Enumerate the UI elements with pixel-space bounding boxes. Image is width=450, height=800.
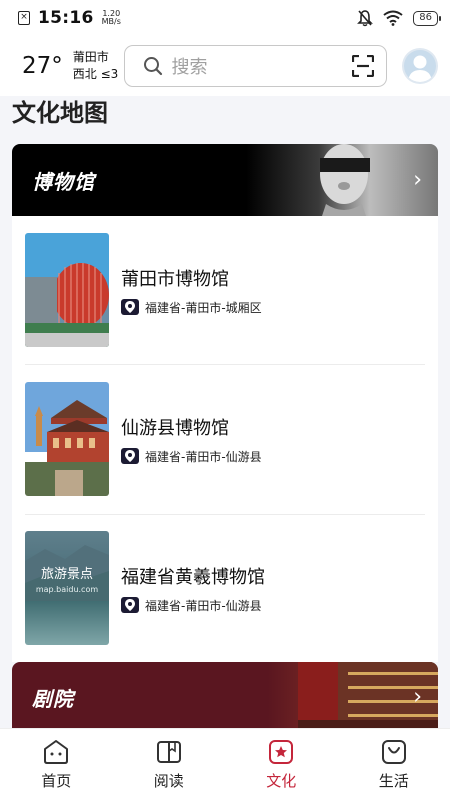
museum-thumbnail (25, 233, 109, 347)
weather-info[interactable]: 莆田市 西北 ≤3 (73, 49, 125, 83)
thumbnail-watermark-text: 旅游景点 (40, 567, 93, 582)
theater-section-header[interactable]: 剧院 › (12, 662, 438, 732)
nav-home[interactable]: 首页 (0, 729, 113, 800)
mute-icon (357, 10, 374, 27)
museum-section-header[interactable]: 博物馆 › (12, 144, 438, 216)
city-name: 莆田市 (72, 50, 109, 64)
museum-address: 福建省-莆田市-仙游县 (145, 449, 262, 464)
nav-read-label: 阅读 (153, 771, 184, 790)
nav-read[interactable]: 阅读 (113, 729, 226, 800)
culture-icon (269, 739, 294, 764)
network-speed: 1.20 MB/s (102, 10, 121, 26)
nav-life-label: 生活 (378, 771, 409, 790)
location-pin-icon (121, 448, 139, 464)
statue-image (320, 144, 370, 216)
nav-culture-label: 文化 (266, 771, 297, 790)
location-pin-icon (121, 597, 139, 613)
museum-name: 莆田市博物馆 (121, 268, 229, 290)
museum-list-item[interactable]: 莆田市博物馆 福建省-莆田市-城厢区 (25, 216, 425, 364)
location-pin-icon (121, 299, 139, 315)
temperature: 27° (22, 53, 63, 79)
museum-list: 莆田市博物馆 福建省-莆田市-城厢区 仙游县博物馆 福建省-莆田市-仙游县 旅游… (12, 216, 438, 662)
nav-life[interactable]: 生活 (338, 729, 450, 800)
battery-icon: 86 (413, 10, 441, 26)
museum-address: 福建省-莆田市-城厢区 (145, 300, 262, 315)
scan-icon[interactable] (352, 55, 375, 77)
search-input[interactable]: 搜索 (124, 45, 388, 87)
museum-thumbnail (25, 382, 109, 496)
home-icon (44, 739, 69, 764)
thumbnail-watermark-subtext: map.baidu.com (35, 585, 99, 594)
top-header: 27° 莆田市 西北 ≤3 搜索 (0, 36, 450, 96)
book-icon (156, 740, 181, 763)
theater-section-title: 剧院 (32, 686, 74, 711)
avatar-icon (408, 55, 433, 82)
battery-level: 86 (419, 11, 432, 23)
search-placeholder: 搜索 (171, 57, 208, 78)
museum-list-item[interactable]: 仙游县博物馆 福建省-莆田市-仙游县 (25, 365, 425, 513)
sim-off-icon: × (18, 11, 30, 25)
status-bar: × 15:16 1.20 MB/s 86 (0, 0, 450, 36)
bottom-navigation: 首页 阅读 文化 生活 (0, 728, 450, 800)
status-time: 15:16 (38, 8, 94, 28)
museum-name: 福建省黄羲博物馆 (121, 566, 265, 588)
wind-info: 西北 ≤3 (72, 67, 119, 81)
network-speed-unit: MB/s (101, 17, 121, 26)
museum-list-item[interactable]: 旅游景点 map.baidu.com 福建省黄羲博物馆 福建省-莆田市-仙游县 (25, 514, 425, 662)
avatar[interactable] (402, 48, 438, 84)
nav-home-label: 首页 (41, 771, 72, 790)
nav-culture[interactable]: 文化 (225, 729, 338, 800)
wifi-icon (383, 10, 403, 26)
search-icon (144, 57, 163, 76)
museum-address: 福建省-莆田市-仙游县 (145, 598, 262, 613)
life-bag-icon (381, 739, 406, 764)
museum-chevron-right-icon: › (413, 167, 422, 193)
theater-chevron-right-icon: › (413, 684, 422, 710)
museum-thumbnail: 旅游景点 map.baidu.com (25, 531, 109, 645)
page-title: 文化地图 (12, 99, 108, 127)
museum-name: 仙游县博物馆 (121, 417, 229, 439)
museum-section-title: 博物馆 (32, 169, 95, 194)
